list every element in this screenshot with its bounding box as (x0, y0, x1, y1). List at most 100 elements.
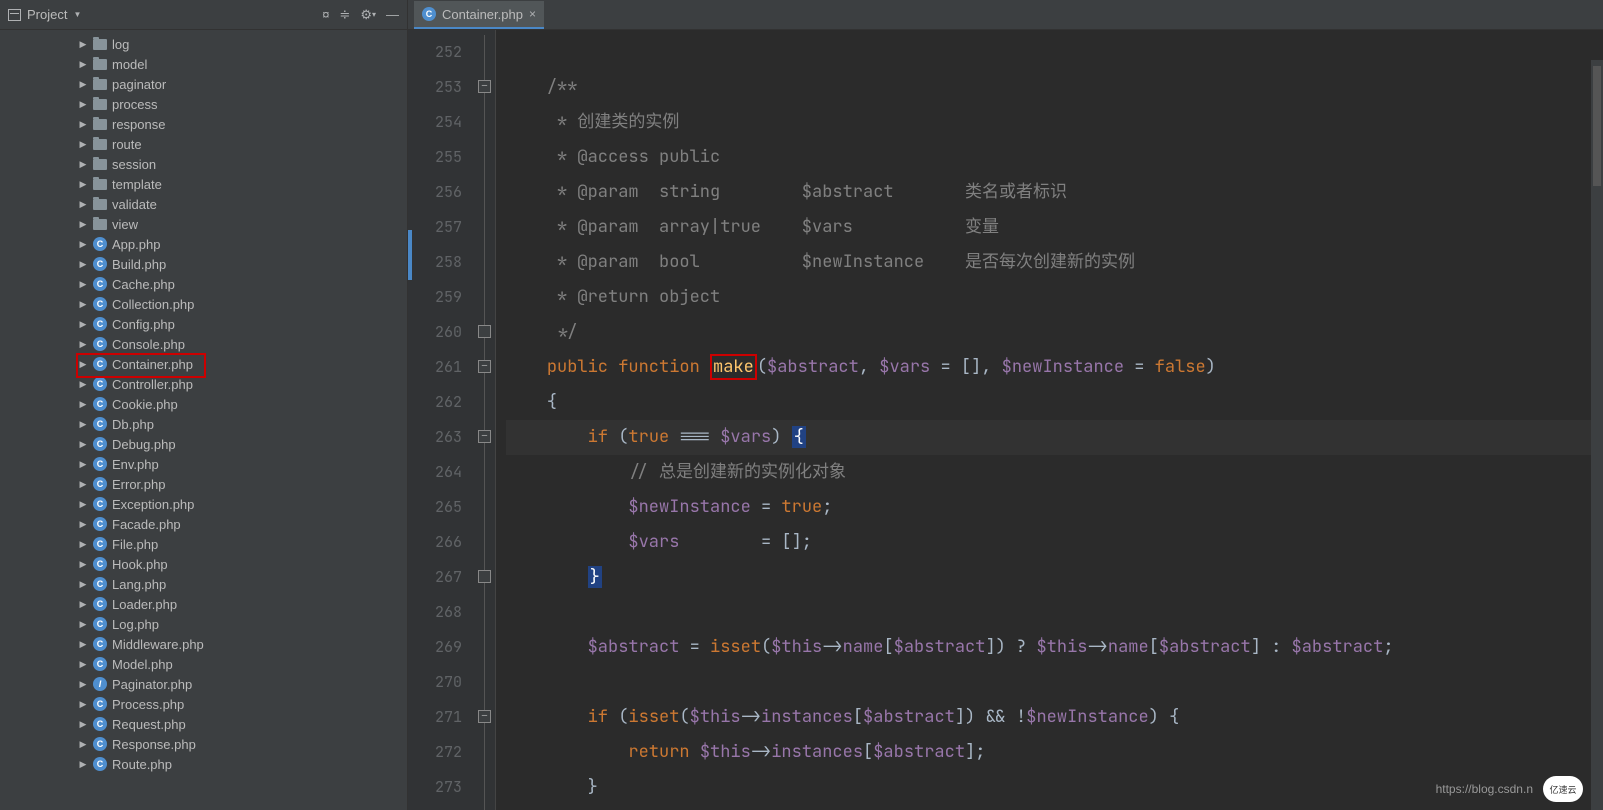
code-line-259[interactable]: * @return object (506, 280, 1603, 315)
expand-arrow-icon[interactable]: ▶ (78, 459, 88, 470)
folder-validate[interactable]: ▶validate (0, 194, 407, 214)
expand-arrow-icon[interactable]: ▶ (78, 439, 88, 450)
file-Route-php[interactable]: ▶CRoute.php (0, 754, 407, 774)
expand-arrow-icon[interactable]: ▶ (78, 579, 88, 590)
line-number[interactable]: 265 (408, 490, 462, 525)
line-number[interactable]: 271 (408, 700, 462, 735)
file-Process-php[interactable]: ▶CProcess.php (0, 694, 407, 714)
line-number[interactable]: 268 (408, 595, 462, 630)
folder-paginator[interactable]: ▶paginator (0, 74, 407, 94)
file-Container-php[interactable]: ▶CContainer.php (0, 354, 407, 374)
folder-route[interactable]: ▶route (0, 134, 407, 154)
line-number[interactable]: 262 (408, 385, 462, 420)
expand-arrow-icon[interactable]: ▶ (78, 599, 88, 610)
line-number[interactable]: 255 (408, 140, 462, 175)
expand-arrow-icon[interactable]: ▶ (78, 519, 88, 530)
folder-model[interactable]: ▶model (0, 54, 407, 74)
file-Log-php[interactable]: ▶CLog.php (0, 614, 407, 634)
close-icon[interactable]: × (529, 7, 536, 21)
project-selector[interactable]: Project ▼ (8, 7, 81, 22)
fold-toggle-icon[interactable]: − (478, 430, 491, 443)
code-line-263[interactable]: if (true === $vars) { (506, 420, 1603, 455)
line-gutter[interactable]: 2522532542552562572582592602612622632642… (408, 30, 474, 810)
folder-response[interactable]: ▶response (0, 114, 407, 134)
file-Hook-php[interactable]: ▶CHook.php (0, 554, 407, 574)
fold-gutter[interactable]: −−−− (474, 30, 496, 810)
expand-arrow-icon[interactable]: ▶ (78, 339, 88, 350)
file-Model-php[interactable]: ▶CModel.php (0, 654, 407, 674)
code-line-260[interactable]: */ (506, 315, 1603, 350)
expand-arrow-icon[interactable]: ▶ (78, 79, 88, 90)
code-line-269[interactable]: $abstract = isset($this->name[$abstract]… (506, 630, 1603, 665)
file-File-php[interactable]: ▶CFile.php (0, 534, 407, 554)
collapse-icon[interactable]: ≑ (339, 7, 350, 23)
folder-process[interactable]: ▶process (0, 94, 407, 114)
code-line-272[interactable]: return $this->instances[$abstract]; (506, 735, 1603, 770)
code-line-258[interactable]: * @param bool $newInstance 是否每次创建新的实例 (506, 245, 1603, 280)
code-line-255[interactable]: * @access public (506, 140, 1603, 175)
line-number[interactable]: 264 (408, 455, 462, 490)
code-line-254[interactable]: * 创建类的实例 (506, 105, 1603, 140)
expand-arrow-icon[interactable]: ▶ (78, 379, 88, 390)
settings-icon[interactable]: ⚙▾ (360, 7, 376, 23)
line-number[interactable]: 252 (408, 35, 462, 70)
project-tree[interactable]: ▶log▶model▶paginator▶process▶response▶ro… (0, 30, 407, 810)
code-editor[interactable]: /** * 创建类的实例 * @access public * @param s… (496, 30, 1603, 810)
file-Debug-php[interactable]: ▶CDebug.php (0, 434, 407, 454)
code-line-265[interactable]: $newInstance = true; (506, 490, 1603, 525)
hide-icon[interactable]: — (386, 7, 399, 22)
file-Collection-php[interactable]: ▶CCollection.php (0, 294, 407, 314)
file-Facade-php[interactable]: ▶CFacade.php (0, 514, 407, 534)
line-number[interactable]: 258 (408, 245, 462, 280)
line-number[interactable]: 257 (408, 210, 462, 245)
folder-log[interactable]: ▶log (0, 34, 407, 54)
line-number[interactable]: 272 (408, 735, 462, 770)
expand-arrow-icon[interactable]: ▶ (78, 139, 88, 150)
code-line-267[interactable]: } (506, 560, 1603, 595)
code-line-270[interactable] (506, 665, 1603, 700)
code-line-271[interactable]: if (isset($this->instances[$abstract]) &… (506, 700, 1603, 735)
file-App-php[interactable]: ▶CApp.php (0, 234, 407, 254)
expand-arrow-icon[interactable]: ▶ (78, 559, 88, 570)
expand-arrow-icon[interactable]: ▶ (78, 179, 88, 190)
expand-arrow-icon[interactable]: ▶ (78, 679, 88, 690)
file-Build-php[interactable]: ▶CBuild.php (0, 254, 407, 274)
code-line-262[interactable]: { (506, 385, 1603, 420)
file-Error-php[interactable]: ▶CError.php (0, 474, 407, 494)
file-Db-php[interactable]: ▶CDb.php (0, 414, 407, 434)
file-Middleware-php[interactable]: ▶CMiddleware.php (0, 634, 407, 654)
expand-arrow-icon[interactable]: ▶ (78, 619, 88, 630)
expand-arrow-icon[interactable]: ▶ (78, 499, 88, 510)
file-Request-php[interactable]: ▶CRequest.php (0, 714, 407, 734)
expand-arrow-icon[interactable]: ▶ (78, 419, 88, 430)
line-number[interactable]: 261 (408, 350, 462, 385)
expand-arrow-icon[interactable]: ▶ (78, 699, 88, 710)
file-Controller-php[interactable]: ▶CController.php (0, 374, 407, 394)
folder-template[interactable]: ▶template (0, 174, 407, 194)
expand-arrow-icon[interactable]: ▶ (78, 719, 88, 730)
code-line-253[interactable]: /** (506, 70, 1603, 105)
fold-toggle-icon[interactable]: − (478, 80, 491, 93)
line-number[interactable]: 273 (408, 770, 462, 805)
expand-arrow-icon[interactable]: ▶ (78, 239, 88, 250)
line-number[interactable]: 266 (408, 525, 462, 560)
file-Paginator-php[interactable]: ▶IPaginator.php (0, 674, 407, 694)
line-number[interactable]: 253 (408, 70, 462, 105)
locate-icon[interactable]: ¤ (322, 7, 329, 22)
expand-arrow-icon[interactable]: ▶ (78, 219, 88, 230)
file-Config-php[interactable]: ▶CConfig.php (0, 314, 407, 334)
fold-toggle-icon[interactable] (478, 570, 491, 583)
expand-arrow-icon[interactable]: ▶ (78, 759, 88, 770)
line-number[interactable]: 260 (408, 315, 462, 350)
line-number[interactable]: 259 (408, 280, 462, 315)
file-Cache-php[interactable]: ▶CCache.php (0, 274, 407, 294)
code-line-268[interactable] (506, 595, 1603, 630)
expand-arrow-icon[interactable]: ▶ (78, 739, 88, 750)
expand-arrow-icon[interactable]: ▶ (78, 119, 88, 130)
tab-container-php[interactable]: C Container.php × (414, 1, 544, 29)
expand-arrow-icon[interactable]: ▶ (78, 319, 88, 330)
expand-arrow-icon[interactable]: ▶ (78, 299, 88, 310)
expand-arrow-icon[interactable]: ▶ (78, 279, 88, 290)
file-Console-php[interactable]: ▶CConsole.php (0, 334, 407, 354)
code-line-261[interactable]: public function make($abstract, $vars = … (506, 350, 1603, 385)
